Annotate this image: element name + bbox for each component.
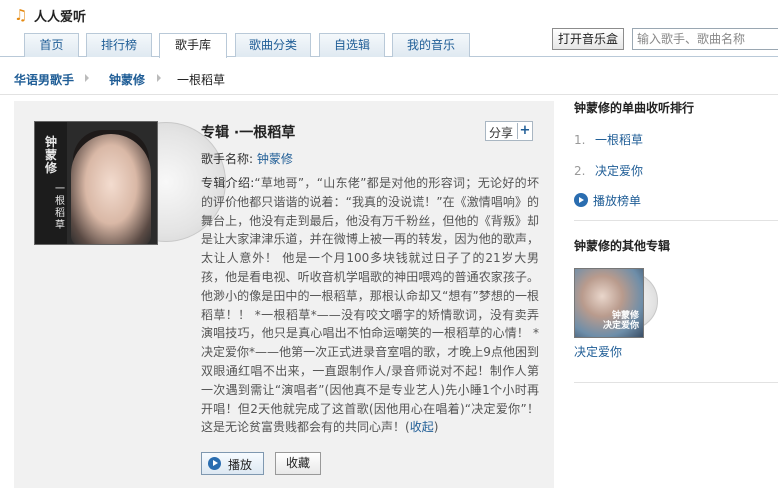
share-button[interactable]: 分享 +: [485, 121, 533, 141]
tab-charts[interactable]: 排行榜: [86, 33, 152, 57]
tab-custom-albums[interactable]: 自选辑: [319, 33, 385, 57]
divider: [0, 94, 778, 95]
search-input[interactable]: [632, 28, 778, 50]
plus-icon[interactable]: +: [517, 123, 532, 139]
other-album-link[interactable]: 决定爱你: [574, 343, 622, 360]
singer-label: 歌手名称:: [201, 152, 254, 166]
singer-link[interactable]: 钟蒙修: [257, 152, 293, 166]
album-cover[interactable]: 钟蒙修 一根稻草: [34, 121, 226, 245]
ranking-number: 1.: [574, 133, 586, 147]
other-albums-title: 钟蒙修的其他专辑: [574, 239, 671, 253]
tab-home[interactable]: 首页: [24, 33, 79, 57]
singer-row: 歌手名称: 钟蒙修: [201, 150, 293, 167]
ranking-item[interactable]: 2. 决定爱你: [574, 162, 643, 179]
ranking-title: 钟蒙修的单曲收听排行: [574, 101, 695, 115]
breadcrumb-category[interactable]: 华语男歌手: [14, 71, 74, 88]
play-icon: [208, 457, 221, 470]
other-album-cover[interactable]: 钟蒙修 决定爱你: [574, 268, 664, 338]
cover-text-right: 一根稻草: [55, 184, 65, 231]
open-musicbox-button[interactable]: 打开音乐盒: [552, 28, 624, 50]
intro-text: “草地哥”，“山东佬”都是对他的形容词；无论好的坏的评价他都只谐谐的说着：“我真…: [201, 176, 539, 435]
divider: [574, 220, 778, 221]
favorite-button[interactable]: 收藏: [275, 452, 321, 475]
share-label: 分享: [489, 126, 514, 140]
tab-my-music[interactable]: 我的音乐: [392, 33, 470, 57]
album-intro: 专辑介绍:“草地哥”，“山东佬”都是对他的形容词；无论好的坏的评价他都只谐谐的说…: [201, 176, 539, 435]
ranking-number: 2.: [574, 164, 586, 178]
play-button[interactable]: 播放: [201, 452, 264, 475]
breadcrumb-arrow-icon: [157, 74, 161, 82]
cover-text-left: 钟蒙修: [44, 135, 57, 175]
play-icon: [574, 193, 588, 207]
intro-label: 专辑介绍:: [201, 176, 255, 190]
ranking-song-link[interactable]: 决定爱你: [595, 164, 643, 178]
breadcrumb-singer[interactable]: 钟蒙修: [109, 71, 145, 88]
top-bar: ♫ 人人爱听: [0, 0, 778, 30]
breadcrumb-current: 一根稻草: [177, 73, 226, 87]
tab-categories[interactable]: 歌曲分类: [235, 33, 311, 57]
other-album-cover-text: 钟蒙修 决定爱你: [603, 311, 639, 331]
album-panel: 钟蒙修 一根稻草 专辑 ·一根稻草 分享 + 歌手名称: 钟蒙修 专辑介绍:“草…: [14, 101, 554, 488]
divider: [574, 382, 778, 383]
cover-text-line: 决定爱你: [602, 321, 639, 331]
ranking-song-link[interactable]: 一根稻草: [595, 133, 643, 147]
breadcrumb-arrow-icon: [85, 74, 89, 82]
app-title: 人人爱听: [34, 10, 87, 25]
play-chart-label: 播放榜单: [593, 194, 642, 208]
cover-portrait: [71, 134, 151, 244]
collapse-link[interactable]: 收起: [410, 420, 434, 434]
music-note-icon: ♫: [14, 6, 28, 24]
ranking-item[interactable]: 1. 一根稻草: [574, 131, 643, 148]
album-title: 专辑 ·一根稻草: [201, 125, 296, 141]
tab-singers[interactable]: 歌手库: [159, 33, 227, 58]
play-label: 播放: [228, 458, 253, 472]
other-album-image: 钟蒙修 决定爱你: [574, 268, 644, 338]
cover-text-line: 钟蒙修: [611, 311, 639, 321]
album-cover-image: 钟蒙修 一根稻草: [34, 121, 158, 245]
